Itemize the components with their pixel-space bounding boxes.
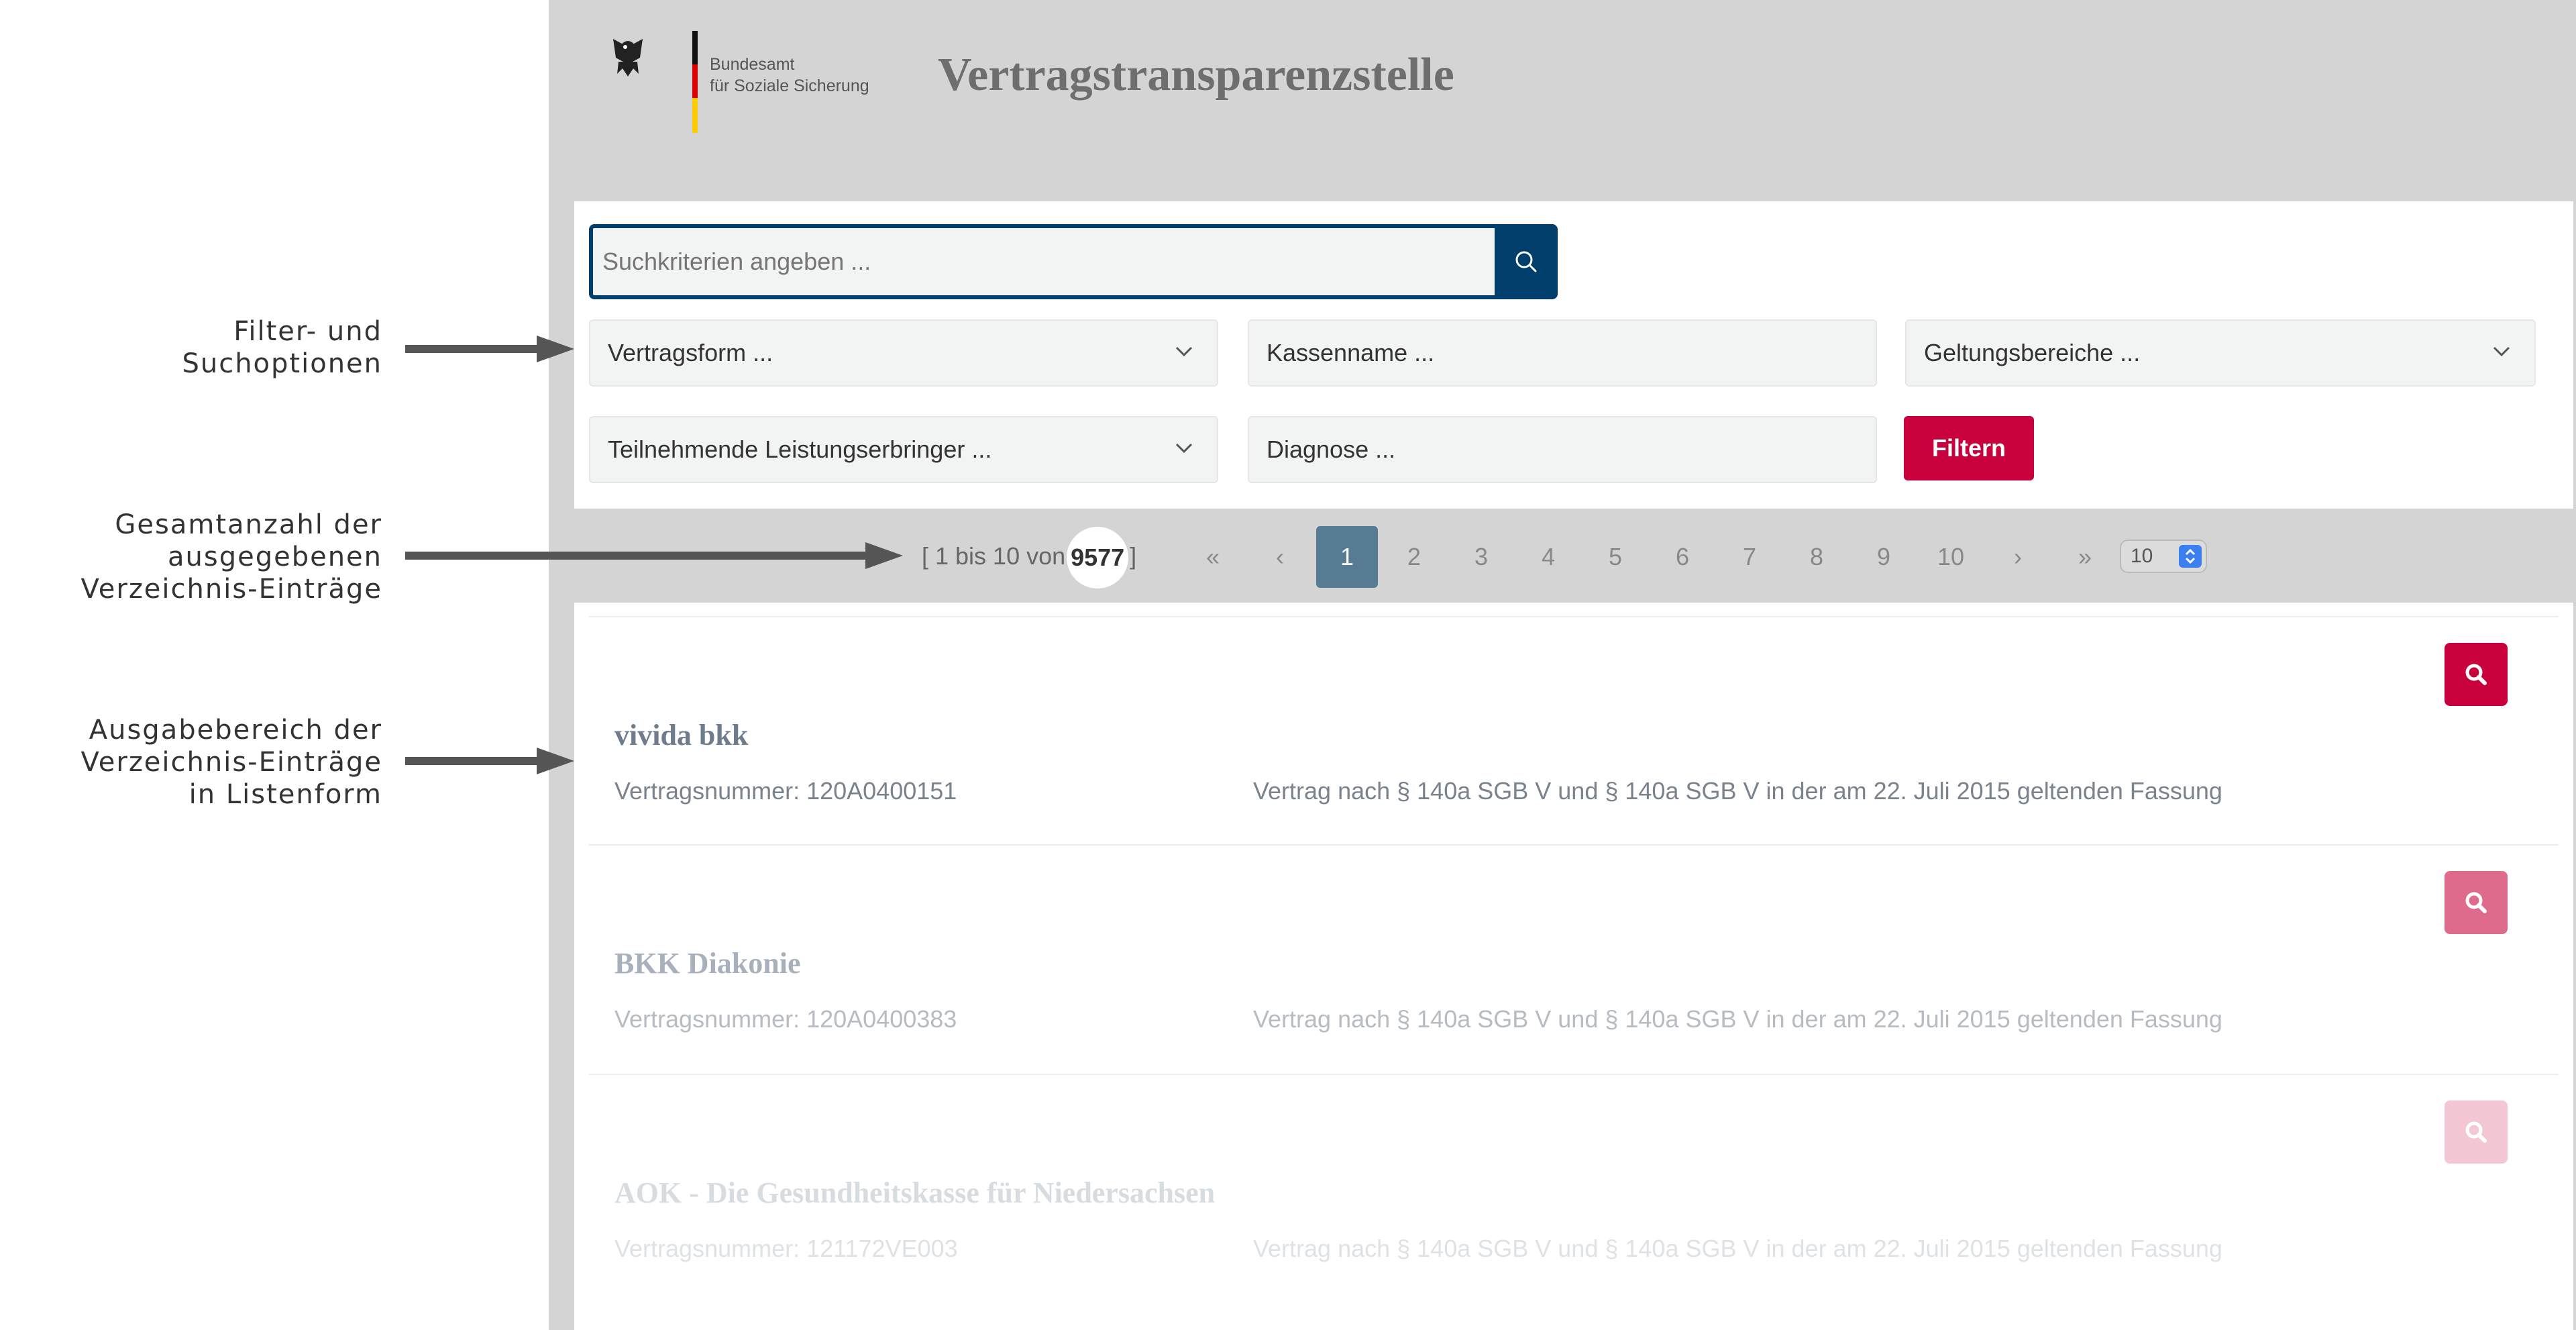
header: Bundesamt für Soziale Sicherung Vertrags… (549, 0, 2576, 201)
bund-logo: Bundesamt für Soziale Sicherung (594, 27, 869, 141)
page-1-button[interactable]: 1 (1316, 526, 1378, 588)
page-2-button[interactable]: 2 (1383, 526, 1445, 588)
page-7-button[interactable]: 7 (1719, 526, 1780, 588)
page-9-button[interactable]: 9 (1853, 526, 1915, 588)
vertragsform-select[interactable]: Vertragsform ... (589, 319, 1218, 387)
logo-text: Bundesamt für Soziale Sicherung (710, 55, 869, 95)
page-3-button[interactable]: 3 (1450, 526, 1512, 588)
kassenname-label: Kassenname ... (1267, 339, 1435, 366)
vertragsnummer: Vertragsnummer: 120A0400151 (614, 777, 957, 805)
search-icon (2465, 1121, 2487, 1143)
leistungserbringer-label: Teilnehmende Leistungserbringer ... (608, 436, 992, 463)
page-10-button[interactable]: 10 (1920, 526, 1982, 588)
kasse-name: vivida bkk (614, 719, 749, 752)
leistungserbringer-select[interactable]: Teilnehmende Leistungserbringer ... (589, 416, 1218, 483)
prev-page-button[interactable]: ‹ (1249, 526, 1311, 588)
annotation-list-label: Ausgabebereich der Verzeichnis-Einträge … (80, 715, 382, 810)
stepper-icon (2179, 545, 2202, 568)
search-icon (1515, 251, 1537, 272)
annotation-column: Filter- und Suchoptionen Gesamtanzahl de… (0, 0, 549, 1330)
kasse-name: AOK - Die Gesundheitskasse für Niedersac… (614, 1176, 1216, 1209)
vertragstyp: Vertrag nach § 140a SGB V und § 140a SGB… (1253, 777, 2222, 805)
geltungsbereiche-select[interactable]: Geltungsbereiche ... (1905, 319, 2536, 387)
last-page-button[interactable]: » (2054, 526, 2116, 588)
range-suffix: ] (1130, 542, 1137, 570)
filter-button[interactable]: Filtern (1904, 416, 2034, 480)
search-input[interactable] (589, 224, 1495, 299)
chevron-down-icon (1175, 443, 1193, 454)
page-4-button[interactable]: 4 (1517, 526, 1579, 588)
search-icon (2465, 664, 2487, 685)
list-item: vivida bkk Vertragsnummer: 120A0400151 V… (589, 616, 2559, 846)
page-size-select[interactable]: 10 (2120, 540, 2207, 573)
list-item: BKK Diakonie Vertragsnummer: 120A0400383… (589, 844, 2559, 1074)
page-8-button[interactable]: 8 (1786, 526, 1847, 588)
result-range: [ 1 bis 10 von 9577 ] (922, 517, 1136, 596)
annotation-count-label: Gesamtanzahl der ausgegebenen Verzeichni… (80, 509, 382, 605)
page-6-button[interactable]: 6 (1652, 526, 1713, 588)
details-button[interactable] (2445, 871, 2508, 934)
list-item: AOK - Die Gesundheitskasse für Niedersac… (589, 1074, 2559, 1303)
total-count: 9577 (1067, 527, 1129, 589)
filter-panel: Vertragsform ... Kassenname ... Geltungs… (574, 201, 2573, 509)
page-5-button[interactable]: 5 (1585, 526, 1646, 588)
vertragsnummer: Vertragsnummer: 120A0400383 (614, 1005, 957, 1033)
chevron-down-icon (1175, 346, 1193, 357)
app-window: Bundesamt für Soziale Sicherung Vertrags… (549, 0, 2576, 1330)
details-button[interactable] (2445, 643, 2508, 706)
kasse-name: BKK Diakonie (614, 947, 801, 980)
vertragstyp: Vertrag nach § 140a SGB V und § 140a SGB… (1253, 1005, 2222, 1033)
range-prefix: [ 1 bis 10 von (922, 542, 1066, 570)
diagnose-label: Diagnose ... (1267, 436, 1396, 463)
vertragsform-label: Vertragsform ... (608, 339, 773, 366)
vertragsnummer: Vertragsnummer: 121172VE003 (614, 1235, 958, 1262)
kassenname-field[interactable]: Kassenname ... (1248, 319, 1877, 387)
pagination: [ 1 bis 10 von 9577 ] « ‹ 1 2 3 4 5 6 7 … (549, 517, 2576, 596)
search-icon (2465, 892, 2487, 913)
details-button[interactable] (2445, 1101, 2508, 1164)
first-page-button[interactable]: « (1182, 526, 1244, 588)
diagnose-field[interactable]: Diagnose ... (1248, 416, 1877, 483)
vertragstyp: Vertrag nach § 140a SGB V und § 140a SGB… (1253, 1235, 2222, 1262)
page-size-value: 10 (2131, 545, 2153, 567)
page-title: Vertragstransparenzstelle (938, 49, 1454, 101)
annotation-filter-label: Filter- und Suchoptionen (182, 316, 382, 379)
chevron-down-icon (2493, 346, 2510, 357)
search-button[interactable] (1495, 224, 1558, 299)
next-page-button[interactable]: › (1987, 526, 2049, 588)
geltungsbereiche-label: Geltungsbereiche ... (1924, 339, 2141, 366)
results-list: vivida bkk Vertragsnummer: 120A0400151 V… (574, 603, 2573, 1330)
